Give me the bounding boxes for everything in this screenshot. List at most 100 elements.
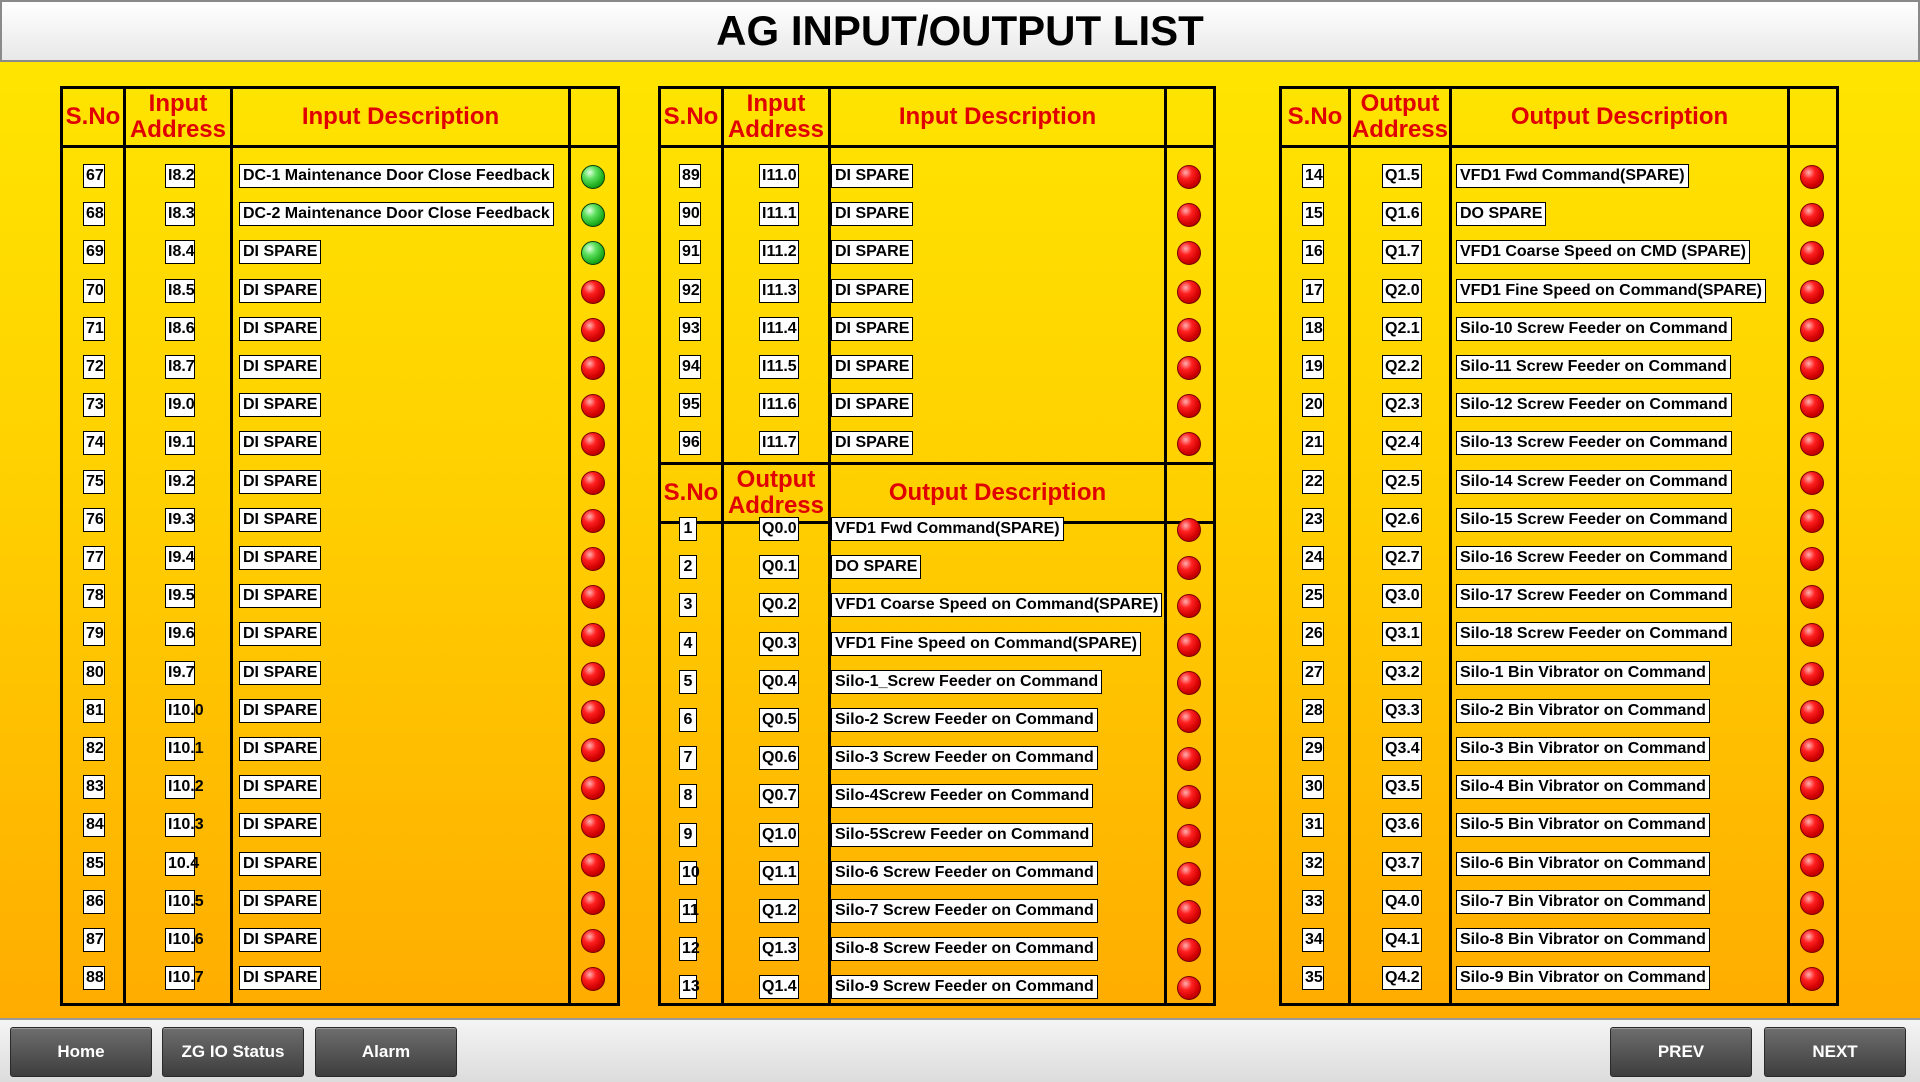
io-address: I10.5 [165, 889, 204, 914]
footer-nav-bar: Home ZG IO Status Alarm PREV NEXT [0, 1018, 1920, 1082]
status-led-off-icon [1800, 699, 1824, 724]
io-description: DI SPARE [239, 698, 322, 723]
status-led-off-icon [1177, 747, 1201, 772]
io-description: Silo-1_Screw Feeder on Command [831, 669, 1103, 694]
io-description: VFD1 Fine Speed on Command(SPARE) [831, 631, 1141, 656]
io-address: I9.2 [165, 469, 195, 494]
serial-number: 73 [83, 393, 105, 418]
io-address: Q3.7 [1382, 851, 1422, 876]
serial-number: 91 [679, 240, 701, 265]
next-button[interactable]: NEXT [1764, 1027, 1906, 1077]
status-led-off-icon [581, 929, 605, 953]
io-address: Q4.1 [1382, 928, 1422, 952]
status-led-off-icon [1800, 623, 1824, 648]
io-address: I9.4 [165, 546, 195, 570]
io-description: DI SPARE [239, 928, 322, 952]
serial-number: 79 [83, 622, 105, 647]
zg-io-status-button[interactable]: ZG IO Status [162, 1027, 304, 1077]
io-description: DI SPARE [239, 431, 322, 456]
table-row: 71 I8.6 DI SPARE [63, 311, 617, 349]
status-led-off-icon [1177, 976, 1201, 1001]
io-address: I10.3 [165, 813, 204, 838]
io-address: Q1.2 [759, 899, 799, 923]
io-address: Q4.2 [1382, 966, 1422, 991]
serial-number: 96 [679, 431, 701, 456]
io-description: DC-1 Maintenance Door Close Feedback [239, 164, 554, 188]
serial-number: 78 [83, 584, 105, 609]
title-bar: AG INPUT/OUTPUT LIST [0, 0, 1920, 62]
io-description: DI SPARE [239, 240, 322, 265]
io-address: Q3.3 [1382, 698, 1422, 723]
panel3-header: S.No Output Address Output Description [1282, 89, 1836, 148]
serial-number: 23 [1302, 507, 1324, 532]
col-header-output-description: Output Description [1510, 103, 1729, 130]
io-description: VFD1 Coarse Speed on Command(SPARE) [831, 593, 1163, 618]
io-address: Q2.6 [1382, 507, 1422, 532]
table-row: 34 Q4.1 Silo-8 Bin Vibrator on Command [1282, 922, 1836, 960]
table-row: 6 Q0.5 Silo-2 Screw Feeder on Command [661, 702, 1213, 740]
serial-number: 21 [1302, 431, 1324, 456]
io-address: Q4.0 [1382, 889, 1422, 914]
io-address: Q0.2 [759, 593, 799, 618]
serial-number: 2 [679, 555, 697, 580]
io-description: Silo-14 Screw Feeder on Command [1456, 469, 1732, 494]
status-led-off-icon [581, 623, 605, 648]
serial-number: 8 [679, 784, 697, 809]
serial-number: 3 [679, 593, 697, 618]
io-description: DI SPARE [239, 889, 322, 914]
io-address: Q2.4 [1382, 431, 1422, 456]
table-row: 93 I11.4 DI SPARE [661, 311, 1213, 349]
status-led-off-icon [1800, 432, 1824, 457]
table-row: 27 Q3.2 Silo-1 Bin Vibrator on Command [1282, 655, 1836, 693]
serial-number: 86 [83, 889, 105, 914]
serial-number: 34 [1302, 928, 1324, 952]
status-led-off-icon [1177, 632, 1201, 657]
table-row: 90 I11.1 DI SPARE [661, 196, 1213, 234]
io-address: Q2.7 [1382, 546, 1422, 570]
io-address: Q1.6 [1382, 202, 1422, 227]
table-row: 12 Q1.3 Silo-8 Screw Feeder on Command [661, 931, 1213, 969]
status-led-off-icon [581, 394, 605, 419]
io-description: VFD1 Coarse Speed on CMD (SPARE) [1456, 240, 1750, 265]
alarm-button[interactable]: Alarm [315, 1027, 457, 1077]
io-address: Q0.0 [759, 517, 799, 541]
home-button[interactable]: Home [10, 1027, 152, 1077]
io-address: I8.6 [165, 316, 195, 341]
table-row: 26 Q3.1 Silo-18 Screw Feeder on Command [1282, 616, 1836, 654]
io-description: DI SPARE [239, 622, 322, 647]
io-address: I10.1 [165, 737, 204, 761]
io-description: Silo-16 Screw Feeder on Command [1456, 546, 1732, 570]
table-row: 19 Q2.2 Silo-11 Screw Feeder on Command [1282, 349, 1836, 387]
table-row: 82 I10.1 DI SPARE [63, 731, 617, 769]
status-led-off-icon [1800, 356, 1824, 380]
io-description: DI SPARE [239, 278, 322, 303]
status-led-off-icon [1800, 661, 1824, 686]
serial-number: 74 [83, 431, 105, 456]
status-led-off-icon [1800, 279, 1824, 304]
serial-number: 7 [679, 746, 697, 771]
col-header-input-description: Input Description [301, 103, 500, 130]
io-description: Silo-3 Screw Feeder on Command [831, 746, 1098, 771]
prev-button[interactable]: PREV [1610, 1027, 1752, 1077]
serial-number: 28 [1302, 698, 1324, 723]
serial-number: 69 [83, 240, 105, 265]
table-row: 30 Q3.5 Silo-4 Bin Vibrator on Command [1282, 769, 1836, 807]
io-description: Silo-8 Screw Feeder on Command [831, 937, 1098, 962]
io-address: Q2.3 [1382, 393, 1422, 418]
status-led-off-icon [1177, 594, 1201, 619]
serial-number: 6 [679, 708, 697, 732]
io-description: Silo-4 Bin Vibrator on Command [1456, 775, 1710, 800]
io-address: I9.7 [165, 660, 195, 685]
col-header-input-description: Input Description [898, 103, 1097, 130]
table-row: 87 I10.6 DI SPARE [63, 922, 617, 960]
status-led-off-icon [1177, 556, 1201, 581]
io-description: DI SPARE [831, 164, 914, 188]
io-address: Q1.0 [759, 822, 799, 847]
serial-number: 35 [1302, 966, 1324, 991]
io-address: I8.5 [165, 278, 195, 303]
io-description: Silo-12 Screw Feeder on Command [1456, 393, 1732, 418]
serial-number: 17 [1302, 278, 1324, 303]
status-led-off-icon [1800, 967, 1824, 992]
table-row: 83 I10.2 DI SPARE [63, 769, 617, 807]
table-row: 17 Q2.0 VFD1 Fine Speed on Command(SPARE) [1282, 273, 1836, 311]
